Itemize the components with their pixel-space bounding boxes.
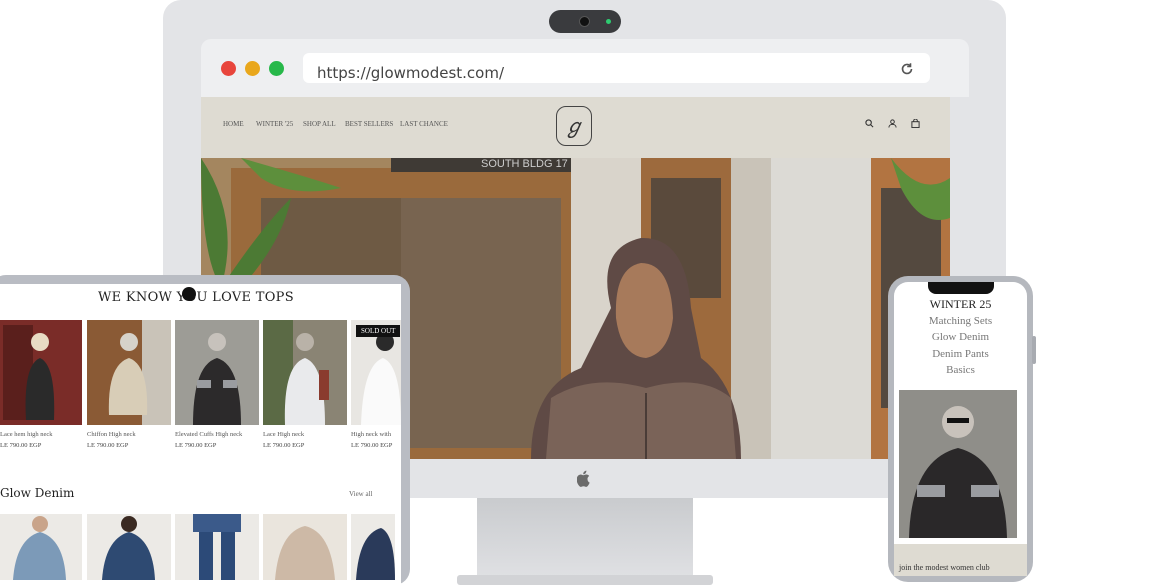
phone-side-button xyxy=(1032,336,1036,364)
denim-image-1[interactable] xyxy=(0,514,82,580)
denim-section-title: Glow Denim xyxy=(0,486,75,500)
product-name-5[interactable]: High neck with xyxy=(351,431,401,438)
bag-icon[interactable] xyxy=(911,118,920,131)
denim-image-3[interactable] xyxy=(175,514,259,580)
apple-logo-icon xyxy=(576,470,592,492)
nav-last-chance[interactable]: LAST CHANCE xyxy=(400,120,448,128)
site-navbar: HOME WINTER '25 SHOP ALL BEST SELLERS LA… xyxy=(201,97,950,158)
product-price-2: LE 790.00 EGP xyxy=(87,442,129,449)
imac-base xyxy=(457,575,713,585)
nav-winter-25[interactable]: WINTER '25 xyxy=(256,120,293,128)
product-price-5: LE 790.00 EGP xyxy=(351,442,393,449)
nav-home[interactable]: HOME xyxy=(223,120,244,128)
product-name-3[interactable]: Elevated Cuffs High neck xyxy=(175,431,242,438)
sold-out-badge: SOLD OUT xyxy=(356,325,401,337)
address-bar-url[interactable]: https://glowmodest.com/ xyxy=(317,64,504,82)
product-image-4[interactable] xyxy=(263,320,347,425)
product-price-1: LE 790.00 EGP xyxy=(0,442,42,449)
tablet-camera xyxy=(182,287,196,301)
product-name-1[interactable]: Lace hem high neck xyxy=(0,431,53,438)
nav-best-sellers[interactable]: BEST SELLERS xyxy=(345,120,393,128)
nav-shop-all[interactable]: SHOP ALL xyxy=(303,120,336,128)
phone-notch xyxy=(928,282,994,294)
phone-menu-denim-pants[interactable]: Denim Pants xyxy=(894,348,1027,360)
newsletter-text[interactable]: join the modest women club xyxy=(899,563,990,572)
denim-image-4[interactable] xyxy=(263,514,347,580)
reload-icon[interactable] xyxy=(900,62,914,81)
close-window-button[interactable] xyxy=(221,61,236,76)
product-price-3: LE 790.00 EGP xyxy=(175,442,217,449)
imac-stand xyxy=(477,498,693,576)
phone-menu-basics[interactable]: Basics xyxy=(894,364,1027,376)
product-image-3[interactable] xyxy=(175,320,259,425)
product-image-2[interactable] xyxy=(87,320,171,425)
hero-sign-text: SOUTH BLDG 17 xyxy=(481,158,568,170)
search-icon[interactable] xyxy=(865,119,874,131)
account-icon[interactable] xyxy=(888,119,897,131)
denim-image-2[interactable] xyxy=(87,514,171,580)
minimize-window-button[interactable] xyxy=(245,61,260,76)
product-image-1[interactable] xyxy=(0,320,82,425)
phone-menu-glow-denim[interactable]: Glow Denim xyxy=(894,331,1027,343)
view-all-link[interactable]: View all xyxy=(349,490,373,498)
phone-menu-matching-sets[interactable]: Matching Sets xyxy=(894,315,1027,327)
product-name-2[interactable]: Chiffon High neck xyxy=(87,431,136,438)
denim-image-5[interactable] xyxy=(351,514,395,580)
maximize-window-button[interactable] xyxy=(269,61,284,76)
phone-menu-heading[interactable]: WINTER 25 xyxy=(894,297,1027,312)
product-name-4[interactable]: Lace High neck xyxy=(263,431,304,438)
site-logo[interactable]: ℊ xyxy=(556,106,592,146)
product-price-4: LE 790.00 EGP xyxy=(263,442,305,449)
phone-product-image[interactable] xyxy=(899,390,1017,538)
webcam xyxy=(549,10,621,33)
